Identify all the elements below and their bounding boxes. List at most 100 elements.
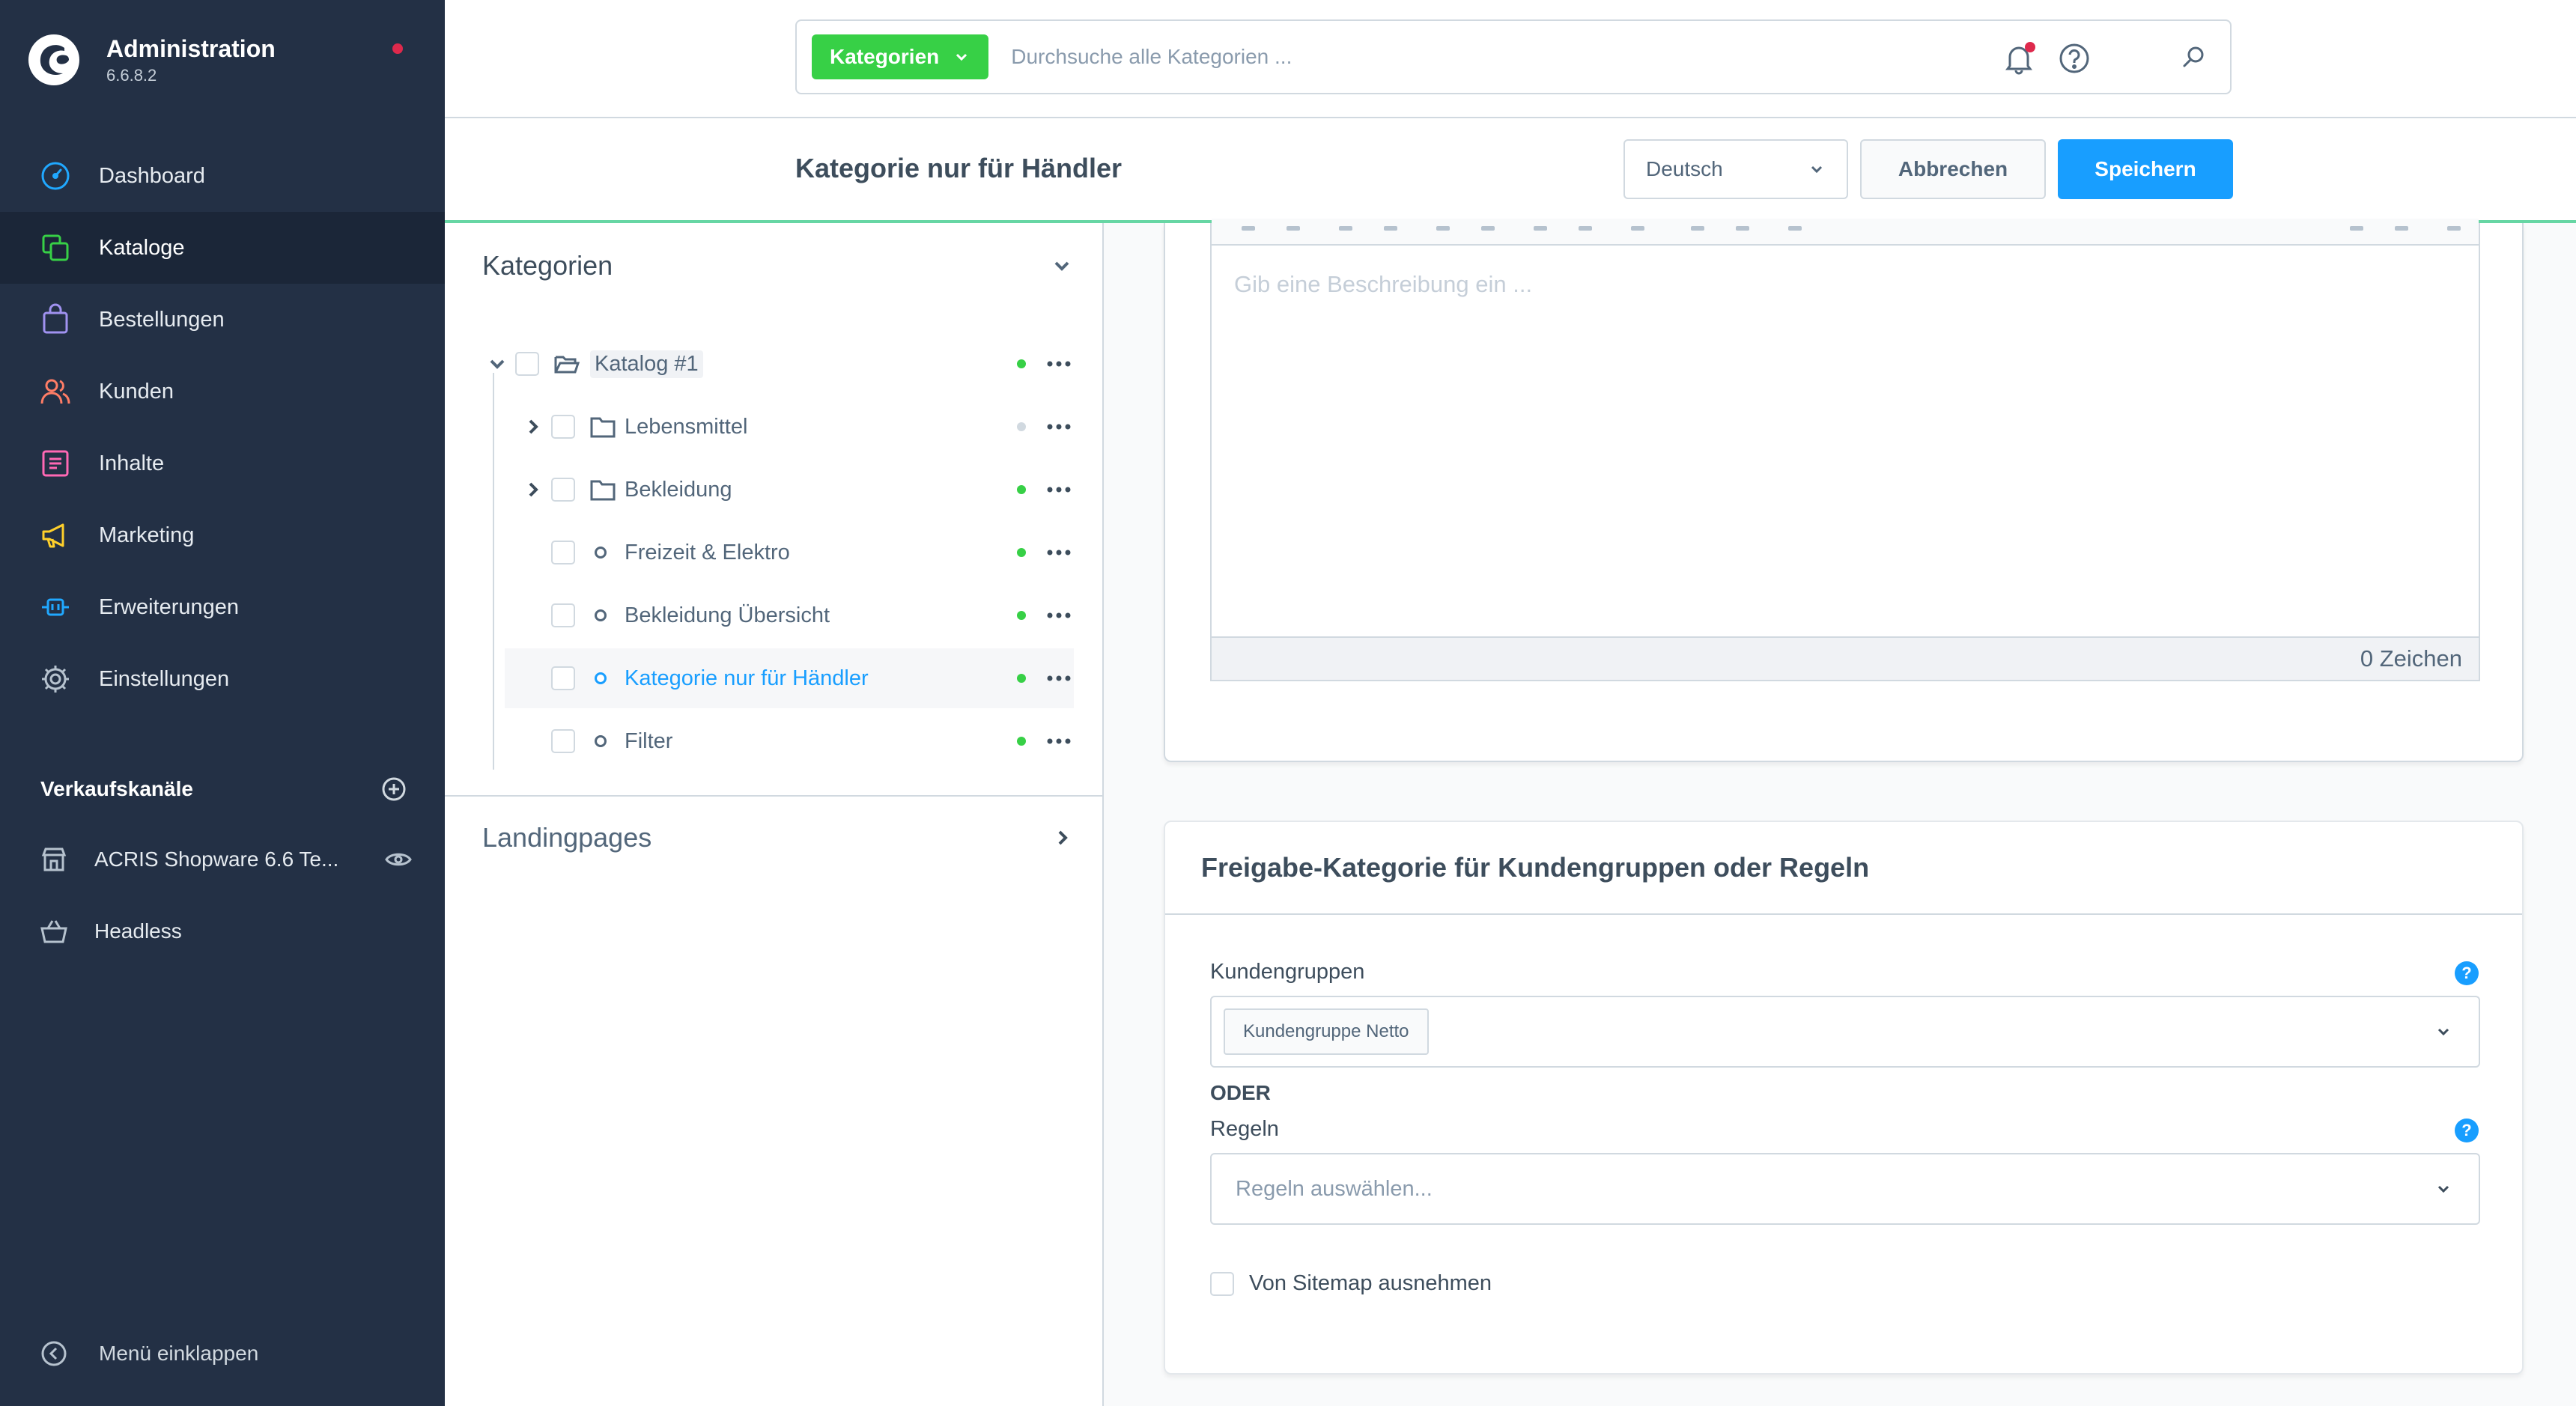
tree-item-checkbox[interactable] <box>551 603 575 627</box>
tree-item-checkbox[interactable] <box>551 729 575 753</box>
exclude-sitemap-checkbox[interactable] <box>1210 1271 1234 1296</box>
tree-item-checkbox[interactable] <box>551 415 575 439</box>
tree-item[interactable]: Bekleidung Übersicht <box>445 585 1104 645</box>
eye-icon[interactable] <box>383 844 413 874</box>
rules-select[interactable]: Regeln auswählen... <box>1210 1153 2480 1225</box>
tree-item[interactable]: Bekleidung <box>445 460 1104 520</box>
toolbar-tool-icon[interactable] <box>2350 226 2363 231</box>
nav-item-erweiterungen[interactable]: Erweiterungen <box>0 571 445 643</box>
leaf-bullet-icon <box>595 547 607 559</box>
collapse-menu-button[interactable]: Menü einklappen <box>39 1339 258 1369</box>
tree-item[interactable]: Lebensmittel <box>445 397 1104 457</box>
nav-item-bestellungen[interactable]: Bestellungen <box>0 284 445 356</box>
tree-item-label: Bekleidung Übersicht <box>625 603 830 627</box>
brand[interactable]: Administration 6.6.8.2 <box>27 30 276 90</box>
tree-item-label: Filter <box>625 728 673 753</box>
tree-item[interactable]: Freizeit & Elektro <box>445 523 1104 582</box>
help-icon[interactable]: ? <box>2455 961 2479 985</box>
toolbar-tool-icon[interactable] <box>1736 226 1749 231</box>
leaf-bullet-icon <box>595 672 607 684</box>
toolbar-tool-icon[interactable] <box>1579 226 1592 231</box>
toolbar-tool-icon[interactable] <box>1691 226 1704 231</box>
toolbar-tool-icon[interactable] <box>1788 226 1802 231</box>
tree-item-checkbox[interactable] <box>515 352 539 376</box>
catalog-icon <box>42 234 69 261</box>
editor-toolbar[interactable] <box>1212 219 2479 246</box>
rules-label: Regeln <box>1210 1117 1279 1141</box>
leaf-bullet-icon <box>595 609 607 621</box>
chevron-left-circle-icon <box>41 1341 67 1366</box>
category-tree-header[interactable]: Kategorien <box>482 250 1074 281</box>
chevron-right-icon[interactable] <box>523 479 544 500</box>
sidebar: Administration 6.6.8.2 Dashboard Katalog… <box>0 0 445 1406</box>
text-editor[interactable]: Gib eine Beschreibung ein ... 0 Zeichen <box>1210 219 2480 681</box>
tree-item[interactable]: Filter <box>445 711 1104 771</box>
help-icon[interactable] <box>2056 40 2092 76</box>
landingpages-title: Landingpages <box>482 822 652 853</box>
page-title: Kategorie nur für Händler <box>795 153 1123 183</box>
sales-channel-item[interactable]: Headless <box>39 909 413 954</box>
more-options-icon[interactable] <box>1044 545 1074 560</box>
more-options-icon[interactable] <box>1044 608 1074 623</box>
customer-group-tag[interactable]: Kundengruppe Netto <box>1224 1008 1429 1055</box>
nav-label: Bestellungen <box>99 307 225 332</box>
search-input[interactable] <box>1011 45 2175 69</box>
megaphone-icon <box>42 523 64 548</box>
search-icon <box>2183 46 2204 67</box>
tree-item-checkbox[interactable] <box>551 541 575 564</box>
save-button[interactable]: Speichern <box>2058 139 2233 199</box>
search-button[interactable] <box>2175 38 2212 76</box>
description-card: Gib eine Beschreibung ein ... 0 Zeichen <box>1164 219 2524 762</box>
landingpages-header[interactable]: Landingpages <box>482 822 1074 853</box>
status-dot-active <box>1017 674 1026 683</box>
language-select[interactable]: Deutsch <box>1623 139 1848 199</box>
more-options-icon[interactable] <box>1044 419 1074 434</box>
more-options-icon[interactable] <box>1044 482 1074 497</box>
toolbar-tool-icon[interactable] <box>1287 226 1300 231</box>
sales-channels-header: Verkaufskanäle <box>40 776 407 803</box>
toolbar-tool-icon[interactable] <box>1481 226 1495 231</box>
nav-item-dashboard[interactable]: Dashboard <box>0 140 445 212</box>
status-dot-inactive <box>1017 422 1026 431</box>
toolbar-tool-icon[interactable] <box>2447 226 2461 231</box>
chevron-down-icon[interactable] <box>487 353 508 374</box>
tree-item-checkbox[interactable] <box>551 666 575 690</box>
notification-badge <box>2025 42 2035 52</box>
tree-item-label: Lebensmittel <box>625 414 748 439</box>
cancel-button[interactable]: Abbrechen <box>1860 139 2046 199</box>
status-dot-active <box>1017 548 1026 557</box>
more-options-icon[interactable] <box>1044 734 1074 749</box>
add-channel-icon[interactable] <box>380 776 407 803</box>
toolbar-tool-icon[interactable] <box>1631 226 1644 231</box>
sales-channel-item[interactable]: ACRIS Shopware 6.6 Te... <box>39 837 413 882</box>
chevron-right-icon <box>1058 830 1068 845</box>
chevron-down-icon <box>1054 261 1069 271</box>
nav-item-marketing[interactable]: Marketing <box>0 499 445 571</box>
status-dot-active <box>1017 737 1026 746</box>
help-icon[interactable]: ? <box>2455 1119 2479 1142</box>
character-count: 0 Zeichen <box>2360 645 2462 672</box>
toolbar-tool-icon[interactable] <box>1242 226 1255 231</box>
nav-label: Marketing <box>99 523 195 547</box>
tree-item-checkbox[interactable] <box>551 478 575 502</box>
nav-item-kunden[interactable]: Kunden <box>0 356 445 427</box>
toolbar-tool-icon[interactable] <box>2395 226 2408 231</box>
content-icon <box>42 450 69 477</box>
customer-groups-select[interactable]: Kundengruppe Netto <box>1210 996 2480 1068</box>
chevron-right-icon[interactable] <box>523 416 544 437</box>
more-options-icon[interactable] <box>1044 356 1074 371</box>
more-options-icon[interactable] <box>1044 671 1074 686</box>
nav-item-einstellungen[interactable]: Einstellungen <box>0 643 445 715</box>
toolbar-tool-icon[interactable] <box>1534 226 1547 231</box>
tree-item-selected[interactable]: Kategorie nur für Händler <box>445 648 1104 708</box>
toolbar-tool-icon[interactable] <box>1436 226 1450 231</box>
smart-bar: Kategorie nur für Händler Deutsch Abbrec… <box>445 118 2576 223</box>
exclude-sitemap-option[interactable]: Von Sitemap ausnehmen <box>1210 1271 1492 1296</box>
app-title: Administration <box>106 34 276 62</box>
nav-item-kataloge[interactable]: Kataloge <box>0 212 445 284</box>
search-type-dropdown[interactable]: Kategorien <box>812 34 989 79</box>
tree-item-root[interactable]: Katalog #1 <box>445 334 1104 394</box>
nav-item-inhalte[interactable]: Inhalte <box>0 427 445 499</box>
toolbar-tool-icon[interactable] <box>1384 226 1397 231</box>
toolbar-tool-icon[interactable] <box>1339 226 1352 231</box>
